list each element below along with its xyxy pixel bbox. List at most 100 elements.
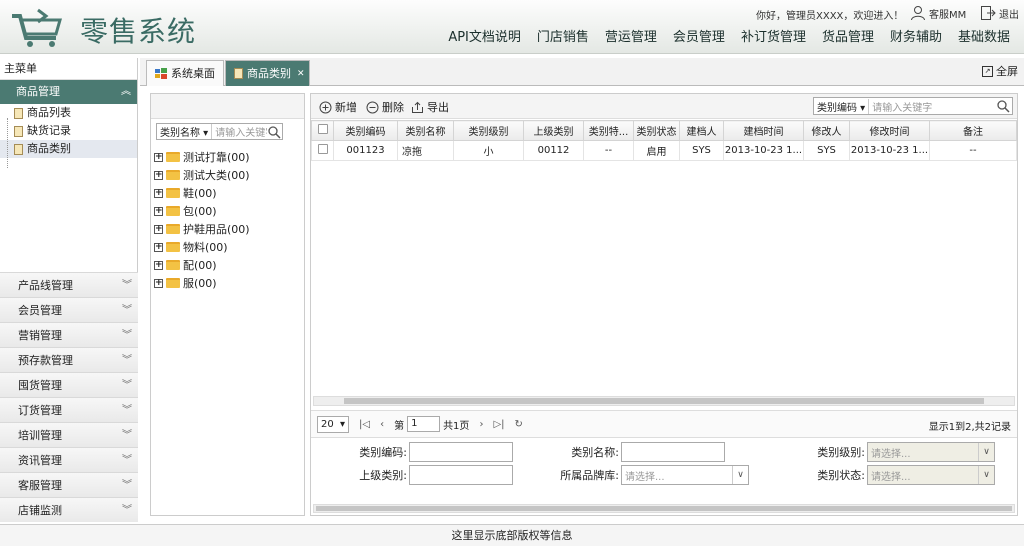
nav-store-sales[interactable]: 门店销售 <box>529 29 597 47</box>
sidebar-group-members[interactable]: 会员管理 ︾ <box>0 297 138 322</box>
tab-system-desktop[interactable]: 系统桌面 <box>146 60 224 86</box>
nav-base-data[interactable]: 基础数据 <box>950 29 1018 47</box>
tree-node[interactable]: + 包(00) <box>154 202 250 220</box>
column-header[interactable]: 备注 <box>929 120 1017 141</box>
logout-link[interactable]: 退出 <box>980 5 1019 21</box>
nav-api-docs[interactable]: API文档说明 <box>440 29 529 47</box>
expand-icon[interactable]: + <box>154 224 163 234</box>
level-select[interactable]: 请选择... ∨ <box>867 442 995 462</box>
add-button[interactable]: 新增 <box>319 99 357 115</box>
chevron-up-icon: ︽ <box>121 86 131 97</box>
sidebar-group-goods-management[interactable]: 商品管理 ︽ <box>0 80 137 104</box>
sidebar-group-marketing[interactable]: 营销管理 ︾ <box>0 322 138 347</box>
form-field-brand: 所属品牌库: 请选择... ∨ <box>547 465 749 485</box>
select-all-checkbox[interactable] <box>311 120 334 141</box>
select-placeholder: 请选择... <box>871 448 911 460</box>
delete-button[interactable]: 删除 <box>366 99 404 115</box>
sidebar-group-stockpile[interactable]: 囤货管理 ︾ <box>0 372 138 397</box>
brand-select[interactable]: 请选择... ∨ <box>621 465 749 485</box>
tree-node-label: 护鞋用品(00) <box>183 223 250 236</box>
form-horizontal-scrollbar[interactable] <box>313 504 1015 513</box>
scrollbar-thumb[interactable] <box>344 398 984 404</box>
column-header[interactable]: 修改人 <box>803 120 850 141</box>
fullscreen-button[interactable]: ↗ 全屏 <box>982 63 1018 79</box>
page-size-select[interactable]: 20 ▾ <box>317 415 349 433</box>
sidebar-item-goods-category[interactable]: 商品类别 <box>0 140 137 158</box>
expand-icon[interactable]: + <box>154 170 163 180</box>
tree-node[interactable]: + 服(00) <box>154 274 250 292</box>
grid-search-input[interactable]: 请输入关键字 <box>869 99 996 114</box>
sidebar-title: 主菜单 <box>0 58 137 80</box>
field-label: 类别名称: <box>571 446 619 459</box>
last-page-icon[interactable]: ▷| <box>493 419 504 430</box>
expand-icon[interactable]: + <box>154 206 163 216</box>
column-header[interactable]: 建档时间 <box>723 120 804 141</box>
column-header[interactable]: 类别级别 <box>453 120 524 141</box>
tree-node[interactable]: + 物料(00) <box>154 238 250 256</box>
sidebar-group-news[interactable]: 资讯管理 ︾ <box>0 447 138 472</box>
page-number-input[interactable]: 1 <box>407 416 441 432</box>
expand-icon[interactable]: + <box>154 260 163 270</box>
grid-search-box: 类别编码 ▾ 请输入关键字 <box>813 97 1013 115</box>
chevron-down-icon: ︾ <box>122 330 132 341</box>
row-checkbox[interactable] <box>311 140 334 161</box>
tree-search-input[interactable]: 请输入关键字 <box>212 124 267 139</box>
sidebar-item-goods-list[interactable]: 商品列表 <box>0 104 137 122</box>
sidebar-group-product-line[interactable]: 产品线管理 ︾ <box>0 272 138 297</box>
prev-page-icon[interactable]: ‹ <box>380 419 384 430</box>
tree-node[interactable]: + 测试大类(00) <box>154 166 250 184</box>
parent-input[interactable] <box>409 465 513 485</box>
sidebar-item-shortage-records[interactable]: 缺货记录 <box>0 122 137 140</box>
status-select[interactable]: 请选择... ∨ <box>867 465 995 485</box>
table-cell: 2013-10-23 1... <box>849 140 930 161</box>
grid-horizontal-scrollbar[interactable] <box>313 396 1015 406</box>
code-input[interactable] <box>409 442 513 462</box>
table-row[interactable]: 001123 凉拖 小 00112 -- 启用 SYS 2013-10-23 1… <box>311 140 1017 161</box>
tree-node[interactable]: + 测试打靠(00) <box>154 148 250 166</box>
column-header[interactable]: 类别编码 <box>333 120 398 141</box>
export-button[interactable]: 导出 <box>411 99 449 115</box>
next-page-icon[interactable]: › <box>479 419 483 430</box>
first-page-icon[interactable]: |◁ <box>359 419 370 430</box>
sidebar-group-customer-service[interactable]: 客服管理 ︾ <box>0 472 138 497</box>
column-header[interactable]: 类别名称 <box>397 120 454 141</box>
column-header[interactable]: 类别特... <box>583 120 634 141</box>
sidebar-group-training[interactable]: 培训管理 ︾ <box>0 422 138 447</box>
search-icon[interactable] <box>996 99 1010 113</box>
sidebar-group-label: 产品线管理 <box>18 279 73 292</box>
refresh-icon[interactable]: ↻ <box>515 419 523 430</box>
tree-node[interactable]: + 护鞋用品(00) <box>154 220 250 238</box>
shopping-cart-logo-icon <box>12 8 62 47</box>
column-header[interactable]: 上级类别 <box>523 120 584 141</box>
sidebar-group-label: 店铺监测 <box>18 504 62 517</box>
tree-search-field-select[interactable]: 类别名称 ▾ <box>157 124 213 139</box>
nav-finance[interactable]: 财务辅助 <box>882 29 950 47</box>
expand-icon[interactable]: + <box>154 188 163 198</box>
sidebar-group-prepaid[interactable]: 预存款管理 ︾ <box>0 347 138 372</box>
expand-icon[interactable]: + <box>154 152 163 162</box>
expand-icon[interactable]: + <box>154 278 163 288</box>
nav-reorder[interactable]: 补订货管理 <box>733 29 814 47</box>
panel-splitter[interactable] <box>305 93 309 516</box>
tab-goods-category[interactable]: 商品类别 ✕ <box>225 60 310 86</box>
category-grid-panel: 新增 删除 导出 类别编码 ▾ 请输入关键字 类别编码 类别名称 类别级别 上级… <box>310 93 1018 516</box>
name-input[interactable] <box>621 442 725 462</box>
column-header[interactable]: 建档人 <box>679 120 724 141</box>
tree-node[interactable]: + 配(00) <box>154 256 250 274</box>
category-tree-panel: 类别名称 ▾ 请输入关键字 + 测试打靠(00) + 测试大类(00) + 鞋(00)… <box>150 93 305 516</box>
export-icon <box>412 101 423 113</box>
sidebar-group-store-monitor[interactable]: 店铺监测 ︾ <box>0 497 138 522</box>
nav-goods[interactable]: 货品管理 <box>814 29 882 47</box>
tree-node[interactable]: + 鞋(00) <box>154 184 250 202</box>
nav-members[interactable]: 会员管理 <box>665 29 733 47</box>
customer-service-link[interactable]: 客服MM <box>910 5 966 21</box>
column-header[interactable]: 类别状态 <box>633 120 680 141</box>
nav-operations[interactable]: 营运管理 <box>597 29 665 47</box>
close-icon[interactable]: ✕ <box>297 62 305 86</box>
scrollbar-thumb[interactable] <box>316 506 1012 511</box>
column-header[interactable]: 修改时间 <box>849 120 930 141</box>
search-icon[interactable] <box>267 125 281 139</box>
expand-icon[interactable]: + <box>154 242 163 252</box>
sidebar-group-orders[interactable]: 订货管理 ︾ <box>0 397 138 422</box>
grid-search-field-select[interactable]: 类别编码 ▾ <box>814 98 870 114</box>
